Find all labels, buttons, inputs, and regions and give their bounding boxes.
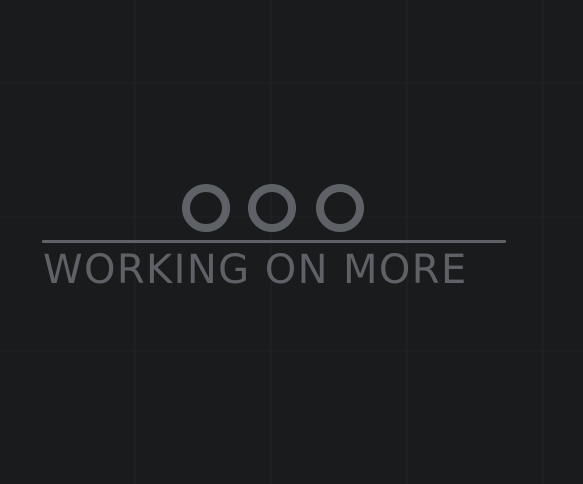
circle-icon: [316, 184, 364, 232]
divider-line: [42, 240, 506, 243]
circle-icon: [182, 184, 230, 232]
status-message: WORKING ON MORE: [43, 247, 468, 293]
status-panel: WORKING ON MORE: [42, 184, 506, 294]
progress-indicator: [182, 184, 366, 232]
circle-icon: [248, 184, 296, 232]
